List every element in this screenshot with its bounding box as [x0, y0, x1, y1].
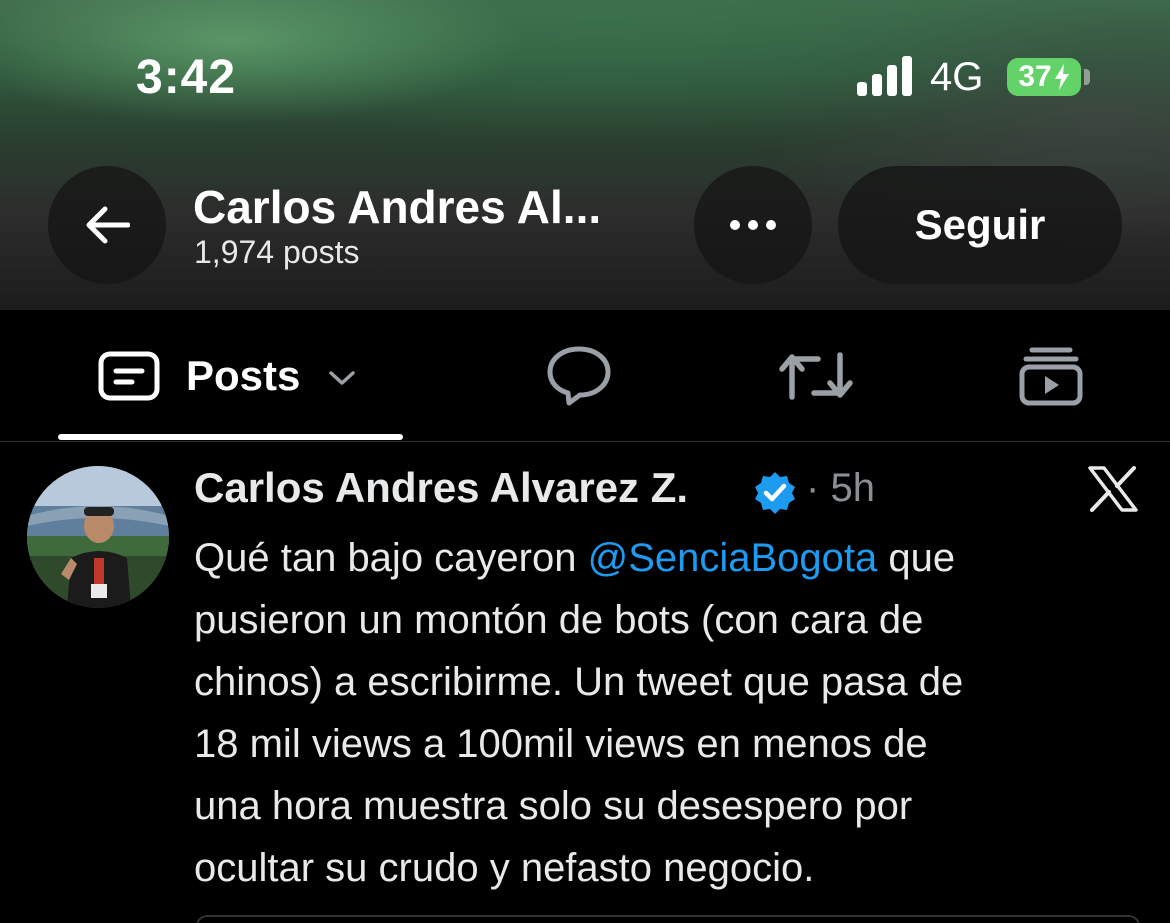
tweet[interactable]: Carlos Andres Alvarez Z. · 5h Qué tan ba… — [0, 442, 1170, 923]
mention-link[interactable]: @SenciaBogota — [588, 536, 878, 580]
more-options-button[interactable] — [694, 166, 812, 284]
tab-posts-label: Posts — [186, 351, 301, 399]
signal-strength-icon — [857, 56, 915, 96]
tweet-text-segment: que — [877, 536, 956, 580]
tab-posts[interactable]: Posts — [98, 310, 356, 441]
battery-tip — [1084, 69, 1090, 85]
active-tab-indicator — [58, 434, 403, 440]
profile-tabs: Posts — [0, 310, 1170, 442]
tweet-text-line: pusieron un montón de bots (con cara de — [194, 598, 924, 642]
battery-level: 37 — [1018, 60, 1052, 93]
tab-media[interactable] — [1018, 310, 1084, 441]
tab-replies[interactable] — [546, 310, 612, 441]
tweet-text-line: Qué tan bajo cayeron @SenciaBogota que — [194, 527, 1144, 589]
chevron-down-icon[interactable] — [328, 370, 356, 386]
verified-badge-icon — [755, 472, 795, 514]
repost-icon — [779, 351, 853, 400]
header-posts-count: 1,974 posts — [194, 234, 360, 270]
tweet-text-line: chinos) a escribirme. Un tweet que pasa … — [194, 660, 964, 704]
tweet-media-card[interactable] — [196, 915, 1140, 923]
follow-button[interactable]: Seguir — [838, 166, 1122, 284]
avatar[interactable] — [27, 466, 169, 608]
reply-bubble-icon — [547, 346, 611, 405]
network-type: 4G — [930, 55, 984, 99]
tweet-meta: · 5h — [806, 466, 875, 511]
battery-indicator: 37 — [1007, 58, 1081, 96]
status-time: 3:42 — [136, 51, 237, 104]
header-display-name: Carlos Andres Al... — [193, 181, 602, 233]
arrow-left-icon — [86, 206, 130, 244]
media-video-icon — [1019, 347, 1083, 405]
meta-separator: · — [806, 466, 820, 510]
profile-screen: 3:42 4G 37 Carlos Andres Al... 1,974 pos… — [0, 0, 1170, 923]
tweet-text: Qué tan bajo cayeron @SenciaBogota que p… — [194, 527, 1144, 899]
tweet-text-line: ocultar su crudo y nefasto negocio. — [194, 846, 815, 890]
profile-header: 3:42 4G 37 Carlos Andres Al... 1,974 pos… — [0, 0, 1170, 310]
more-horizontal-icon — [730, 220, 776, 230]
charging-bolt-icon — [1054, 64, 1069, 90]
tweet-text-line: una hora muestra solo su desespero por — [194, 784, 913, 828]
x-logo-icon — [1088, 466, 1138, 512]
tweet-text-segment: Qué tan bajo cayeron — [194, 536, 588, 580]
tab-reposts[interactable] — [778, 310, 854, 441]
back-button[interactable] — [48, 166, 166, 284]
tweet-time[interactable]: 5h — [830, 466, 875, 510]
tweet-text-line: 18 mil views a 100mil views en menos de — [194, 722, 928, 766]
tweet-author-name[interactable]: Carlos Andres Alvarez Z. — [194, 464, 688, 512]
avatar-photo — [27, 466, 169, 608]
posts-icon — [98, 351, 160, 400]
